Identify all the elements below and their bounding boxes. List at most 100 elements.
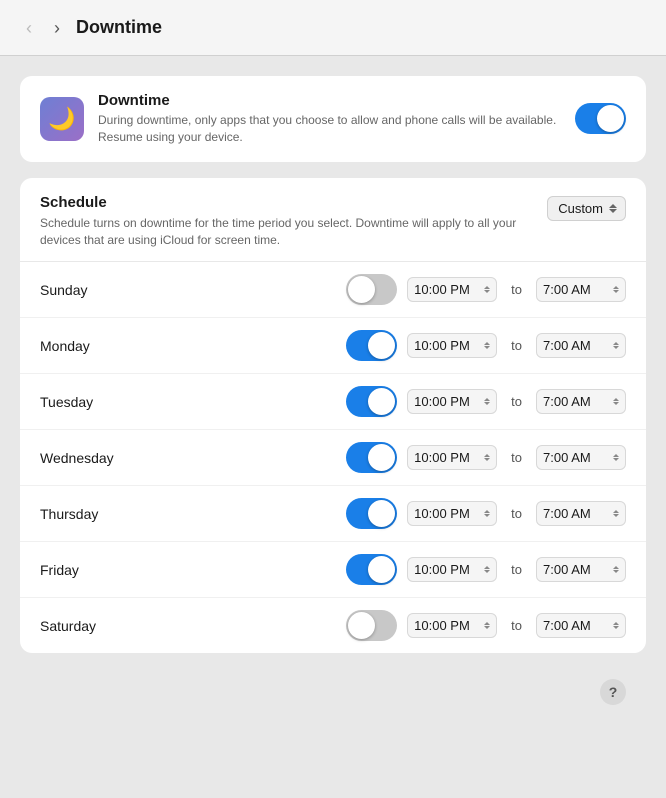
from-time-monday[interactable]: 10:00 PM	[407, 333, 497, 358]
toggle-thumb	[597, 105, 624, 132]
toggle-track	[346, 330, 397, 361]
toggle-thumb	[348, 276, 375, 303]
chevron-updown-icon	[609, 204, 617, 213]
schedule-description: Schedule turns on downtime for the time …	[40, 215, 547, 250]
downtime-info-card: 🌙 Downtime During downtime, only apps th…	[20, 76, 646, 162]
time-arrows-icon	[613, 342, 619, 349]
help-row: ?	[20, 669, 646, 721]
toggle-track	[346, 442, 397, 473]
to-connector: to	[511, 282, 522, 297]
to-time-sunday[interactable]: 7:00 AM	[536, 277, 626, 302]
day-row: Thursday 10:00 PM to 7:00 AM	[20, 486, 646, 542]
main-content: 🌙 Downtime During downtime, only apps th…	[0, 56, 666, 798]
toggle-track	[346, 498, 397, 529]
day-row: Wednesday 10:00 PM to 7:00 AM	[20, 430, 646, 486]
time-arrows-icon	[613, 566, 619, 573]
time-arrows-icon	[484, 286, 490, 293]
to-time-value: 7:00 AM	[543, 338, 591, 353]
to-time-value: 7:00 AM	[543, 506, 591, 521]
to-connector: to	[511, 618, 522, 633]
to-connector: to	[511, 394, 522, 409]
time-arrows-icon	[484, 342, 490, 349]
to-time-value: 7:00 AM	[543, 450, 591, 465]
time-arrows-icon	[484, 454, 490, 461]
toggle-thumb	[368, 556, 395, 583]
day-label: Tuesday	[40, 394, 140, 410]
day-label: Saturday	[40, 618, 140, 634]
day-toggle-sunday[interactable]	[346, 274, 397, 305]
time-arrows-icon	[484, 510, 490, 517]
day-label: Friday	[40, 562, 140, 578]
toggle-thumb	[368, 444, 395, 471]
downtime-description: During downtime, only apps that you choo…	[98, 112, 561, 146]
from-time-wednesday[interactable]: 10:00 PM	[407, 445, 497, 470]
toggle-track	[346, 386, 397, 417]
from-time-friday[interactable]: 10:00 PM	[407, 557, 497, 582]
from-time-sunday[interactable]: 10:00 PM	[407, 277, 497, 302]
day-row: Monday 10:00 PM to 7:00 AM	[20, 318, 646, 374]
time-arrows-icon	[484, 566, 490, 573]
downtime-icon: 🌙	[40, 97, 84, 141]
time-arrows-icon	[484, 398, 490, 405]
toggle-thumb	[368, 332, 395, 359]
day-toggle-wednesday[interactable]	[346, 442, 397, 473]
from-time-value: 10:00 PM	[414, 338, 470, 353]
day-toggle-saturday[interactable]	[346, 610, 397, 641]
day-label: Monday	[40, 338, 140, 354]
days-container: Sunday 10:00 PM to 7:00 AM	[20, 262, 646, 653]
from-time-value: 10:00 PM	[414, 506, 470, 521]
help-button[interactable]: ?	[600, 679, 626, 705]
day-row: Sunday 10:00 PM to 7:00 AM	[20, 262, 646, 318]
from-time-value: 10:00 PM	[414, 450, 470, 465]
toggle-thumb	[368, 388, 395, 415]
to-connector: to	[511, 562, 522, 577]
toggle-thumb	[348, 612, 375, 639]
schedule-title-block: Schedule Schedule turns on downtime for …	[40, 194, 547, 250]
day-label: Wednesday	[40, 450, 140, 466]
toggle-track	[346, 554, 397, 585]
from-time-thursday[interactable]: 10:00 PM	[407, 501, 497, 526]
from-time-value: 10:00 PM	[414, 282, 470, 297]
to-connector: to	[511, 506, 522, 521]
to-time-saturday[interactable]: 7:00 AM	[536, 613, 626, 638]
forward-button[interactable]: ›	[48, 17, 66, 39]
info-row: 🌙 Downtime During downtime, only apps th…	[20, 76, 646, 162]
downtime-title: Downtime	[98, 92, 561, 109]
day-toggle-monday[interactable]	[346, 330, 397, 361]
time-arrows-icon	[613, 622, 619, 629]
from-time-value: 10:00 PM	[414, 394, 470, 409]
to-connector: to	[511, 450, 522, 465]
from-time-value: 10:00 PM	[414, 562, 470, 577]
back-button[interactable]: ‹	[20, 17, 38, 39]
toggle-track	[346, 610, 397, 641]
toggle-track	[575, 103, 626, 134]
schedule-card: Schedule Schedule turns on downtime for …	[20, 178, 646, 654]
toggle-thumb	[368, 500, 395, 527]
downtime-main-toggle[interactable]	[575, 103, 626, 134]
schedule-mode-label: Custom	[558, 201, 603, 216]
to-time-thursday[interactable]: 7:00 AM	[536, 501, 626, 526]
day-label: Thursday	[40, 506, 140, 522]
day-toggle-thursday[interactable]	[346, 498, 397, 529]
from-time-value: 10:00 PM	[414, 618, 470, 633]
day-toggle-tuesday[interactable]	[346, 386, 397, 417]
from-time-tuesday[interactable]: 10:00 PM	[407, 389, 497, 414]
to-time-value: 7:00 AM	[543, 394, 591, 409]
to-time-friday[interactable]: 7:00 AM	[536, 557, 626, 582]
from-time-saturday[interactable]: 10:00 PM	[407, 613, 497, 638]
to-connector: to	[511, 338, 522, 353]
to-time-value: 7:00 AM	[543, 618, 591, 633]
to-time-tuesday[interactable]: 7:00 AM	[536, 389, 626, 414]
schedule-mode-dropdown[interactable]: Custom	[547, 196, 626, 221]
time-arrows-icon	[613, 454, 619, 461]
day-label: Sunday	[40, 282, 140, 298]
schedule-header: Schedule Schedule turns on downtime for …	[20, 178, 646, 263]
to-time-wednesday[interactable]: 7:00 AM	[536, 445, 626, 470]
day-row: Tuesday 10:00 PM to 7:00 AM	[20, 374, 646, 430]
page-title: Downtime	[76, 17, 162, 38]
schedule-title: Schedule	[40, 194, 547, 211]
info-text-block: Downtime During downtime, only apps that…	[98, 92, 561, 146]
to-time-monday[interactable]: 7:00 AM	[536, 333, 626, 358]
time-arrows-icon	[484, 622, 490, 629]
day-toggle-friday[interactable]	[346, 554, 397, 585]
